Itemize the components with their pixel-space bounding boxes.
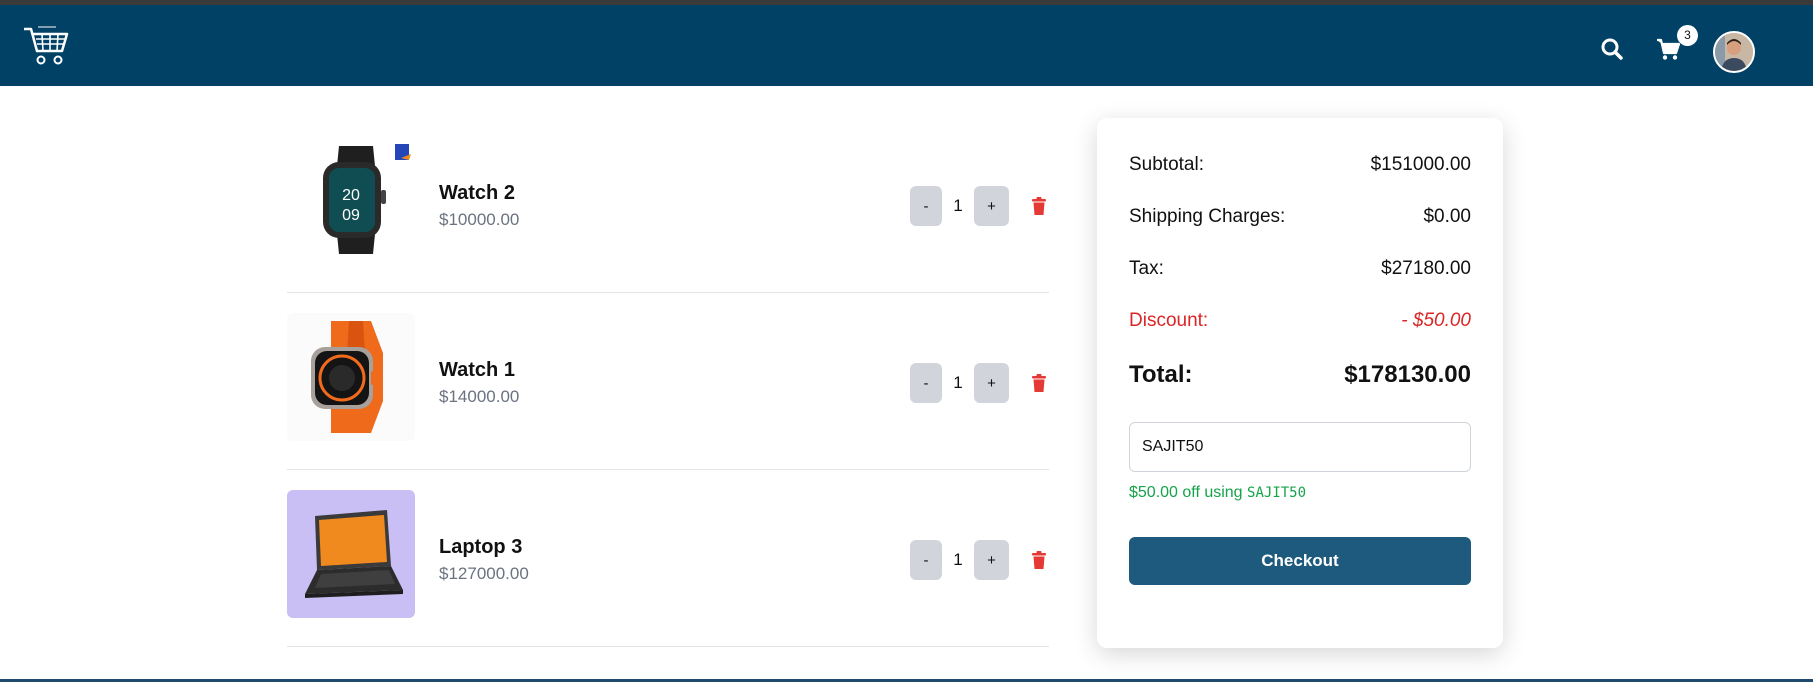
discount-row: Discount: - $50.00	[1129, 310, 1471, 332]
item-name[interactable]: Watch 2	[439, 182, 515, 205]
total-label: Total:	[1129, 361, 1193, 388]
shopping-cart-logo-icon[interactable]	[22, 21, 70, 69]
subtotal-row: Subtotal: $151000.00	[1129, 154, 1471, 176]
tax-row: Tax: $27180.00	[1129, 258, 1471, 280]
total-row: Total: $178130.00	[1129, 361, 1471, 389]
item-price: $127000.00	[439, 564, 529, 583]
trash-icon[interactable]	[1031, 551, 1047, 569]
tax-label: Tax:	[1129, 258, 1164, 279]
shipping-value: $0.00	[1423, 206, 1471, 227]
total-value: $178130.00	[1344, 361, 1471, 388]
quantity-value: 1	[953, 550, 963, 569]
decrease-quantity-button[interactable]: -	[910, 540, 942, 580]
item-price: $14000.00	[439, 387, 520, 406]
product-image-laptop-3	[287, 490, 415, 618]
svg-text:20: 20	[342, 187, 360, 204]
cart-item: Laptop 3 $127000.00 - 1 +	[287, 470, 1049, 647]
item-price: $10000.00	[439, 210, 520, 229]
coupon-success-message: $50.00 off using SAJIT50	[1129, 484, 1306, 502]
cart-item: Watch 1 $14000.00 - 1 +	[287, 293, 1049, 470]
tax-value: $27180.00	[1381, 258, 1471, 279]
subtotal-label: Subtotal:	[1129, 154, 1204, 175]
product-image-watch-1	[287, 313, 415, 441]
search-icon[interactable]	[1598, 35, 1626, 63]
user-avatar[interactable]	[1713, 31, 1755, 73]
trash-icon[interactable]	[1031, 374, 1047, 392]
cart-item: 20 09 Watch 2 $10000.00 - 1 +	[287, 116, 1049, 293]
cart-count-badge: 3	[1677, 25, 1698, 46]
product-image-watch-2: 20 09	[287, 136, 415, 264]
order-summary-card: Subtotal: $151000.00 Shipping Charges: $…	[1097, 118, 1503, 648]
trash-icon[interactable]	[1031, 197, 1047, 215]
item-name[interactable]: Watch 1	[439, 359, 515, 382]
cart-items-list: 20 09 Watch 2 $10000.00 - 1 + Watch 1 $1…	[287, 116, 1049, 647]
shipping-label: Shipping Charges:	[1129, 206, 1286, 227]
checkout-button[interactable]: Checkout	[1129, 537, 1471, 585]
item-name[interactable]: Laptop 3	[439, 536, 522, 559]
navbar: 3	[0, 5, 1813, 86]
coupon-message-text: $50.00 off using	[1129, 484, 1243, 501]
increase-quantity-button[interactable]: +	[974, 540, 1009, 580]
quantity-value: 1	[953, 196, 963, 215]
coupon-code-input[interactable]	[1129, 422, 1471, 472]
discount-value: - $50.00	[1401, 310, 1471, 331]
shipping-row: Shipping Charges: $0.00	[1129, 206, 1471, 228]
decrease-quantity-button[interactable]: -	[910, 363, 942, 403]
svg-text:09: 09	[342, 207, 360, 224]
discount-label: Discount:	[1129, 310, 1209, 331]
coupon-code-text: SAJIT50	[1247, 485, 1307, 501]
subtotal-value: $151000.00	[1370, 154, 1471, 175]
increase-quantity-button[interactable]: +	[974, 186, 1009, 226]
increase-quantity-button[interactable]: +	[974, 363, 1009, 403]
decrease-quantity-button[interactable]: -	[910, 186, 942, 226]
quantity-value: 1	[953, 373, 963, 392]
